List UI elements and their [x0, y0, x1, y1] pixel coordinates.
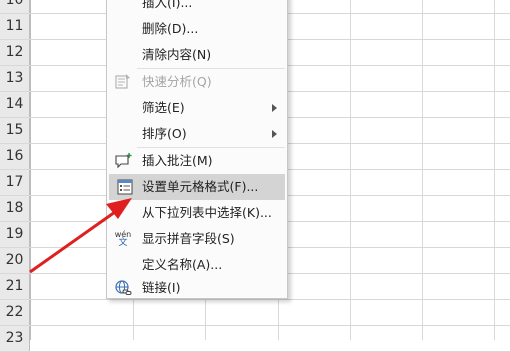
menu-item-insert[interactable]: 插入(I)...: [107, 0, 287, 16]
menu-item-link[interactable]: 链接(I): [107, 278, 287, 298]
menu-item-label: 筛选(E): [142, 100, 185, 115]
row-number[interactable]: 12: [0, 40, 30, 65]
menu-item-clear-contents[interactable]: 清除内容(N): [107, 42, 287, 68]
menu-item-label: 快速分析(Q): [142, 74, 212, 89]
link-icon: [114, 279, 132, 297]
menu-item-filter[interactable]: 筛选(E): [107, 95, 287, 121]
menu-item-sort[interactable]: 排序(O): [107, 121, 287, 147]
menu-item-label: 清除内容(N): [142, 47, 212, 62]
menu-item-insert-comment[interactable]: 插入批注(M): [107, 148, 287, 174]
submenu-arrow-icon: [272, 130, 277, 138]
menu-item-label: 设置单元格格式(F)...: [142, 179, 259, 194]
quick-analysis-icon: [114, 73, 132, 91]
menu-item-label: 显示拼音字段(S): [142, 231, 235, 246]
row-number[interactable]: 20: [0, 248, 30, 273]
menu-item-show-phonetic[interactable]: wén 文 显示拼音字段(S): [107, 226, 287, 252]
menu-item-quick-analysis: 快速分析(Q): [107, 69, 287, 95]
menu-item-label: 删除(D)...: [142, 21, 199, 36]
menu-item-label: 插入批注(M): [142, 153, 213, 168]
insert-comment-icon: [114, 152, 132, 170]
sheet-row[interactable]: 23: [0, 326, 510, 352]
menu-item-label: 排序(O): [142, 126, 187, 141]
row-number[interactable]: 14: [0, 92, 30, 117]
menu-item-label: 从下拉列表中选择(K)...: [142, 205, 272, 220]
menu-item-format-cells[interactable]: 设置单元格格式(F)...: [109, 174, 285, 200]
row-number[interactable]: 13: [0, 66, 30, 91]
row-number[interactable]: 21: [0, 274, 30, 299]
row-number[interactable]: 11: [0, 14, 30, 39]
menu-item-label: 链接(I): [142, 280, 181, 295]
row-number[interactable]: 15: [0, 118, 30, 143]
phonetic-guide-icon: wén 文: [114, 230, 132, 248]
menu-item-delete[interactable]: 删除(D)...: [107, 16, 287, 42]
row-number[interactable]: 10: [0, 0, 30, 13]
row-number[interactable]: 23: [0, 326, 30, 351]
format-cells-icon: [116, 178, 134, 196]
menu-item-pick-from-dropdown[interactable]: 从下拉列表中选择(K)...: [107, 200, 287, 226]
row-number[interactable]: 17: [0, 170, 30, 195]
submenu-arrow-icon: [272, 104, 277, 112]
row-number[interactable]: 18: [0, 196, 30, 221]
menu-item-label: 插入(I)...: [142, 0, 193, 10]
phonetic-icon-bottom: 文: [118, 238, 128, 248]
menu-item-define-name[interactable]: 定义名称(A)...: [107, 252, 287, 278]
row-number[interactable]: 22: [0, 300, 30, 325]
row-number[interactable]: 16: [0, 144, 30, 169]
row-number[interactable]: 19: [0, 222, 30, 247]
sheet-row[interactable]: 22: [0, 300, 510, 326]
context-menu: 插入(I)... 删除(D)... 清除内容(N) 快速分析(Q) 筛选(E) …: [106, 0, 288, 299]
